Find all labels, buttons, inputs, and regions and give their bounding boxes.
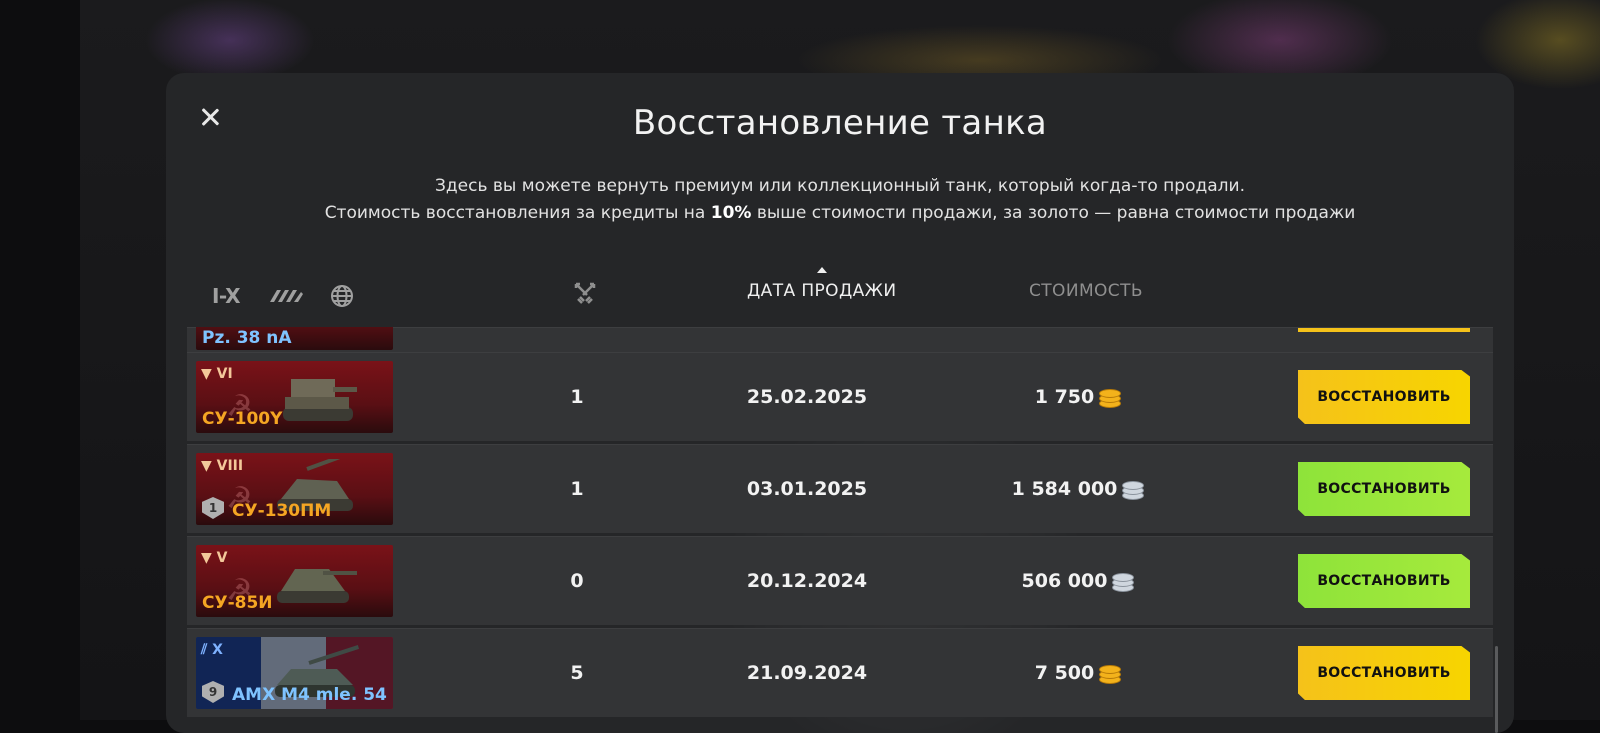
sale-date-header-label: ДАТА ПРОДАЖИ xyxy=(747,281,897,301)
battles-column-header[interactable] xyxy=(573,281,597,310)
tier-label: VIII xyxy=(216,458,244,474)
modal-title: Восстановление танка xyxy=(632,103,1048,143)
sale-date: 20.12.2024 xyxy=(746,570,868,592)
modal-description: Здесь вы можете вернуть премиум или колл… xyxy=(166,173,1514,227)
tier-badge: ▼ VI xyxy=(201,366,233,382)
sold-tanks-list: Pz. 38 nA ☭ ▼ VI СУ-100Y 1 25.02.2025 1 … xyxy=(187,327,1493,733)
tank-image xyxy=(277,569,357,603)
crossed-swords-icon xyxy=(574,282,596,304)
table-row[interactable]: ⫽ X 9 AMX M4 mle. 54 5 21.09.2024 7 500 … xyxy=(187,628,1493,717)
price-value: 7 500 xyxy=(1034,662,1095,684)
restore-button[interactable]: ВОССТАНОВИТЬ xyxy=(1298,462,1470,516)
description-text: выше стоимости продажи, за золото — равн… xyxy=(751,203,1356,223)
tier-label: V xyxy=(216,550,228,566)
tier-filter-button[interactable]: I-X xyxy=(210,284,242,308)
tank-name: СУ-85И xyxy=(202,593,273,613)
restore-button[interactable]: ВОССТАНОВИТЬ xyxy=(1298,554,1470,608)
description-line-2: Стоимость восстановления за кредиты на 1… xyxy=(166,200,1514,227)
mastery-badge: 9 xyxy=(202,681,224,703)
gold-icon xyxy=(1099,388,1122,408)
tank-card: ☭ ▼ VIII 1 СУ-130ПМ xyxy=(196,453,393,525)
battles-count: 5 xyxy=(570,662,584,684)
tank-card: Pz. 38 nA xyxy=(196,327,393,350)
mastery-badge: 1 xyxy=(202,497,224,519)
credits-icon xyxy=(1122,480,1145,500)
price-value: 1 750 xyxy=(1034,386,1095,408)
tank-name: AMX M4 mle. 54 xyxy=(232,685,387,705)
tier-badge: ▼ VIII xyxy=(201,458,244,474)
sort-ascending-icon xyxy=(816,267,827,273)
restore-price: 7 500 xyxy=(977,629,1177,717)
tier-badge: ▼ V xyxy=(201,550,228,566)
sale-date: 21.09.2024 xyxy=(746,662,868,684)
restore-price: 506 000 xyxy=(977,537,1177,625)
battles-count: 0 xyxy=(570,570,584,592)
table-row[interactable]: Pz. 38 nA xyxy=(187,327,1493,352)
sale-date: 03.01.2025 xyxy=(746,478,868,500)
tank-name: СУ-130ПМ xyxy=(232,501,332,521)
restore-button[interactable]: ВОССТАНОВИТЬ xyxy=(1298,646,1470,700)
tank-type-filter-icon[interactable] xyxy=(268,286,304,306)
description-text: Стоимость восстановления за кредиты на xyxy=(324,203,711,223)
tier-label: X xyxy=(212,642,223,658)
tank-card: ☭ ▼ V СУ-85И xyxy=(196,545,393,617)
sale-date: 25.02.2025 xyxy=(746,386,868,408)
price-column-header[interactable]: СТОИМОСТЬ xyxy=(1029,281,1143,301)
battles-count: 1 xyxy=(570,478,584,500)
tank-card: ⫽ X 9 AMX M4 mle. 54 xyxy=(196,637,393,709)
table-row[interactable]: ☭ ▼ VIII 1 СУ-130ПМ 1 03.01.2025 1 584 0… xyxy=(187,444,1493,533)
tier-label: VI xyxy=(216,366,233,382)
filter-bar: I-X xyxy=(210,276,380,316)
table-row[interactable]: ☭ ▼ VI СУ-100Y 1 25.02.2025 1 750 ВОССТА… xyxy=(187,352,1493,441)
sale-date-column-header[interactable]: ДАТА ПРОДАЖИ xyxy=(747,267,897,301)
restore-price: 1 584 000 xyxy=(977,445,1177,533)
description-highlight: 10% xyxy=(710,203,752,223)
tank-card: ☭ ▼ VI СУ-100Y xyxy=(196,361,393,433)
tank-name: СУ-100Y xyxy=(202,409,283,429)
restore-price: 1 750 xyxy=(977,353,1177,441)
description-line-1: Здесь вы можете вернуть премиум или колл… xyxy=(435,176,1245,196)
tier-badge: ⫽ X xyxy=(201,642,223,658)
price-value: 506 000 xyxy=(1021,570,1108,592)
restore-button-partial[interactable] xyxy=(1298,328,1470,332)
restore-tank-modal: Восстановление танка Здесь вы можете вер… xyxy=(166,73,1514,733)
table-row[interactable]: ☭ ▼ V СУ-85И 0 20.12.2024 506 000 ВОССТА… xyxy=(187,536,1493,625)
credits-icon xyxy=(1112,572,1135,592)
tank-name: Pz. 38 nA xyxy=(202,328,292,348)
globe-icon[interactable] xyxy=(330,284,354,308)
price-value: 1 584 000 xyxy=(1011,478,1118,500)
restore-button[interactable]: ВОССТАНОВИТЬ xyxy=(1298,370,1470,424)
battles-count: 1 xyxy=(570,386,584,408)
gold-icon xyxy=(1099,664,1122,684)
